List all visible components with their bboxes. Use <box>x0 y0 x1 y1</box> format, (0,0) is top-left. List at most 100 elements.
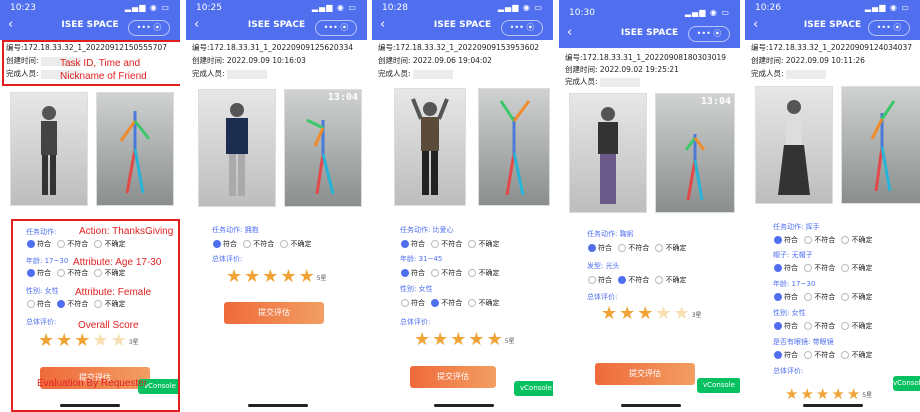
gender-radio-group: 符合 不符合 不确定 <box>401 298 503 308</box>
task-id-row: 编号:172.18.33.32_1_20220909153953602 <box>378 43 540 52</box>
star-icon[interactable]: ★ <box>299 268 315 286</box>
radio-icon <box>841 236 850 244</box>
star-icon[interactable]: ★ <box>262 268 278 286</box>
phone-screen-1: 10:23 ▂▄▆ ◉ ▭ ‹ ISEE SPACE ••• ⦿ 编号:172.… <box>0 0 180 412</box>
radio-uncertain[interactable]: 不确定 <box>468 239 499 249</box>
radio-match[interactable]: 符合 <box>774 350 798 360</box>
overall-label: 总体评价: <box>212 255 243 263</box>
radio-mismatch[interactable]: 不符合 <box>804 321 835 331</box>
star-icon[interactable]: ★ <box>468 331 484 349</box>
created-time-row: 创建时间: 2022.09.06 19:04:02 <box>378 56 492 65</box>
task-id-row: 编号:172.18.33.32_1_20220909124034037 <box>751 43 913 52</box>
star-rating[interactable]: ★ ★ ★ ★ ★ 5星 <box>414 330 515 349</box>
radio-match[interactable]: 符合 <box>401 239 425 249</box>
star-icon[interactable]: ★ <box>655 305 671 323</box>
star-icon[interactable]: ★ <box>226 268 242 286</box>
star-icon[interactable]: ★ <box>432 331 448 349</box>
home-indicator <box>803 404 863 407</box>
radio-uncertain[interactable]: 不确定 <box>468 298 499 308</box>
hat-label: 帽子: 无帽子 <box>773 251 813 259</box>
radio-uncertain[interactable]: 不确定 <box>655 243 686 253</box>
radio-mismatch[interactable]: 不符合 <box>804 235 835 245</box>
task-id-value: 172.18.33.31_1_20220909125620334 <box>209 43 354 52</box>
radio-uncertain[interactable]: 不确定 <box>841 263 872 273</box>
radio-uncertain[interactable]: 不确定 <box>280 239 311 249</box>
radio-match[interactable]: 符合 <box>213 239 237 249</box>
star-rating[interactable]: ★ ★ ★ ★ ★ 3星 <box>601 304 702 323</box>
radio-mismatch[interactable]: 不符合 <box>804 263 835 273</box>
glasses-radio-group: 符合 不符合 不确定 <box>774 350 876 360</box>
radio-mismatch[interactable]: 不符合 <box>243 239 274 249</box>
radio-icon <box>655 276 664 284</box>
radio-icon <box>280 240 289 248</box>
radio-uncertain[interactable]: 不确定 <box>841 235 872 245</box>
radio-mismatch[interactable]: 不符合 <box>431 239 462 249</box>
vconsole-button[interactable]: vConsole <box>893 376 920 391</box>
radio-icon <box>804 322 813 330</box>
annotation-task-info: Task ID, Time and Nickname of Friend <box>60 58 147 82</box>
radio-match[interactable]: 符合 <box>588 243 612 253</box>
star-icon[interactable]: ★ <box>674 305 690 323</box>
star-icon[interactable]: ★ <box>280 268 296 286</box>
radio-uncertain[interactable]: 不确定 <box>841 321 872 331</box>
star-icon[interactable]: ★ <box>637 305 653 323</box>
radio-mismatch[interactable]: 不符合 <box>804 292 835 302</box>
radio-match[interactable]: 符合 <box>774 263 798 273</box>
radio-icon <box>468 240 477 248</box>
radio-match[interactable]: 符合 <box>774 321 798 331</box>
radio-mismatch[interactable]: 不符合 <box>618 275 649 285</box>
annotation-age: Attribute: Age 17-30 <box>73 257 162 268</box>
person-photo <box>198 89 276 207</box>
star-icon[interactable]: ★ <box>414 331 430 349</box>
radio-mismatch[interactable]: 不符合 <box>618 243 649 253</box>
radio-uncertain[interactable]: 不确定 <box>655 275 686 285</box>
radio-checked-icon <box>774 351 782 359</box>
radio-match[interactable]: 符合 <box>401 298 425 308</box>
submit-button[interactable]: 提交评估 <box>410 366 496 388</box>
radio-mismatch[interactable]: 不符合 <box>804 350 835 360</box>
star-icon[interactable]: ★ <box>800 387 813 402</box>
radio-match[interactable]: 符合 <box>774 292 798 302</box>
star-icon[interactable]: ★ <box>831 387 844 402</box>
radio-uncertain[interactable]: 不确定 <box>841 350 872 360</box>
radio-match[interactable]: 符合 <box>774 235 798 245</box>
app-header: 10:28 ▂▄▆ ◉ ▭ ‹ ISEE SPACE ••• ⦿ <box>372 0 553 40</box>
radio-match[interactable]: 符合 <box>401 268 425 278</box>
age-label: 年龄: 31~45 <box>400 255 443 263</box>
submit-button[interactable]: 提交评估 <box>595 363 695 385</box>
menu-capsule-icon[interactable]: ••• ⦿ <box>315 20 357 36</box>
radio-icon <box>431 269 440 277</box>
finisher-row: 完成人员: <box>751 68 826 80</box>
status-icons: ▂▄▆ ◉ ▭ <box>311 3 357 12</box>
submit-button[interactable]: 提交评估 <box>224 302 324 324</box>
star-icon[interactable]: ★ <box>619 305 635 323</box>
status-icons: ▂▄▆ ◉ ▭ <box>864 3 910 12</box>
radio-icon <box>804 236 813 244</box>
home-indicator <box>434 404 494 407</box>
radio-icon <box>468 299 477 307</box>
radio-icon <box>841 351 850 359</box>
star-rating[interactable]: ★ ★ ★ ★ ★ 5星 <box>785 384 872 403</box>
menu-capsule-icon[interactable]: ••• ⦿ <box>501 20 543 36</box>
radio-mismatch[interactable]: 不符合 <box>431 268 462 278</box>
star-icon[interactable]: ★ <box>244 268 260 286</box>
star-icon[interactable]: ★ <box>847 387 860 402</box>
radio-uncertain[interactable]: 不确定 <box>468 268 499 278</box>
star-rating[interactable]: ★ ★ ★ ★ ★ 5星 <box>226 267 327 286</box>
finisher-blank <box>599 77 640 87</box>
radio-icon <box>431 240 440 248</box>
star-icon[interactable]: ★ <box>816 387 829 402</box>
star-icon[interactable]: ★ <box>487 331 503 349</box>
radio-mismatch[interactable]: 不符合 <box>431 298 462 308</box>
radio-match[interactable]: 符合 <box>588 275 612 285</box>
menu-capsule-icon[interactable]: ••• ⦿ <box>128 20 170 36</box>
glasses-label: 是否有眼镜: 带眼镜 <box>773 338 834 346</box>
star-icon[interactable]: ★ <box>601 305 617 323</box>
menu-capsule-icon[interactable]: ••• ⦿ <box>688 26 730 42</box>
vconsole-button[interactable]: vConsole <box>697 378 740 393</box>
radio-uncertain[interactable]: 不确定 <box>841 292 872 302</box>
menu-capsule-icon[interactable]: ••• ⦿ <box>868 20 910 36</box>
vconsole-button[interactable]: vConsole <box>514 381 553 396</box>
star-icon[interactable]: ★ <box>450 331 466 349</box>
star-icon[interactable]: ★ <box>785 387 798 402</box>
